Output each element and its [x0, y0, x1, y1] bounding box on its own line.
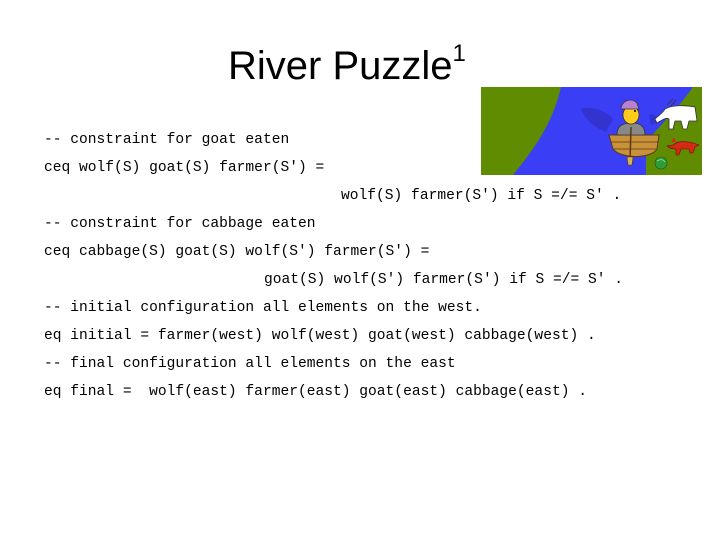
- code-eq-initial: eq initial = farmer(west) wolf(west) goa…: [44, 328, 596, 344]
- footnote-marker: 1: [452, 39, 466, 67]
- code-eq-final: eq final = wolf(east) farmer(east) goat(…: [44, 384, 587, 400]
- code-ceq-goat: ceq wolf(S) goat(S) farmer(S') =: [44, 160, 325, 176]
- code-comment-initial: -- initial configuration all elements on…: [44, 300, 482, 316]
- slide-title-text: River Puzzle: [228, 44, 453, 88]
- code-ceq-cabbage: ceq cabbage(S) goat(S) wolf(S') farmer(S…: [44, 244, 430, 260]
- code-comment-goat: -- constraint for goat eaten: [44, 132, 290, 148]
- code-comment-cabbage: -- constraint for cabbage eaten: [44, 216, 316, 232]
- code-comment-final: -- final configuration all elements on t…: [44, 356, 456, 372]
- slide-title: River Puzzle1: [228, 41, 466, 88]
- cabbage-icon: [654, 156, 668, 170]
- river-crossing-illustration: [481, 87, 702, 175]
- code-ceq-goat-rhs: wolf(S) farmer(S') if S =/= S' .: [341, 188, 622, 204]
- code-ceq-cabbage-rhs: goat(S) wolf(S') farmer(S') if S =/= S' …: [264, 272, 624, 288]
